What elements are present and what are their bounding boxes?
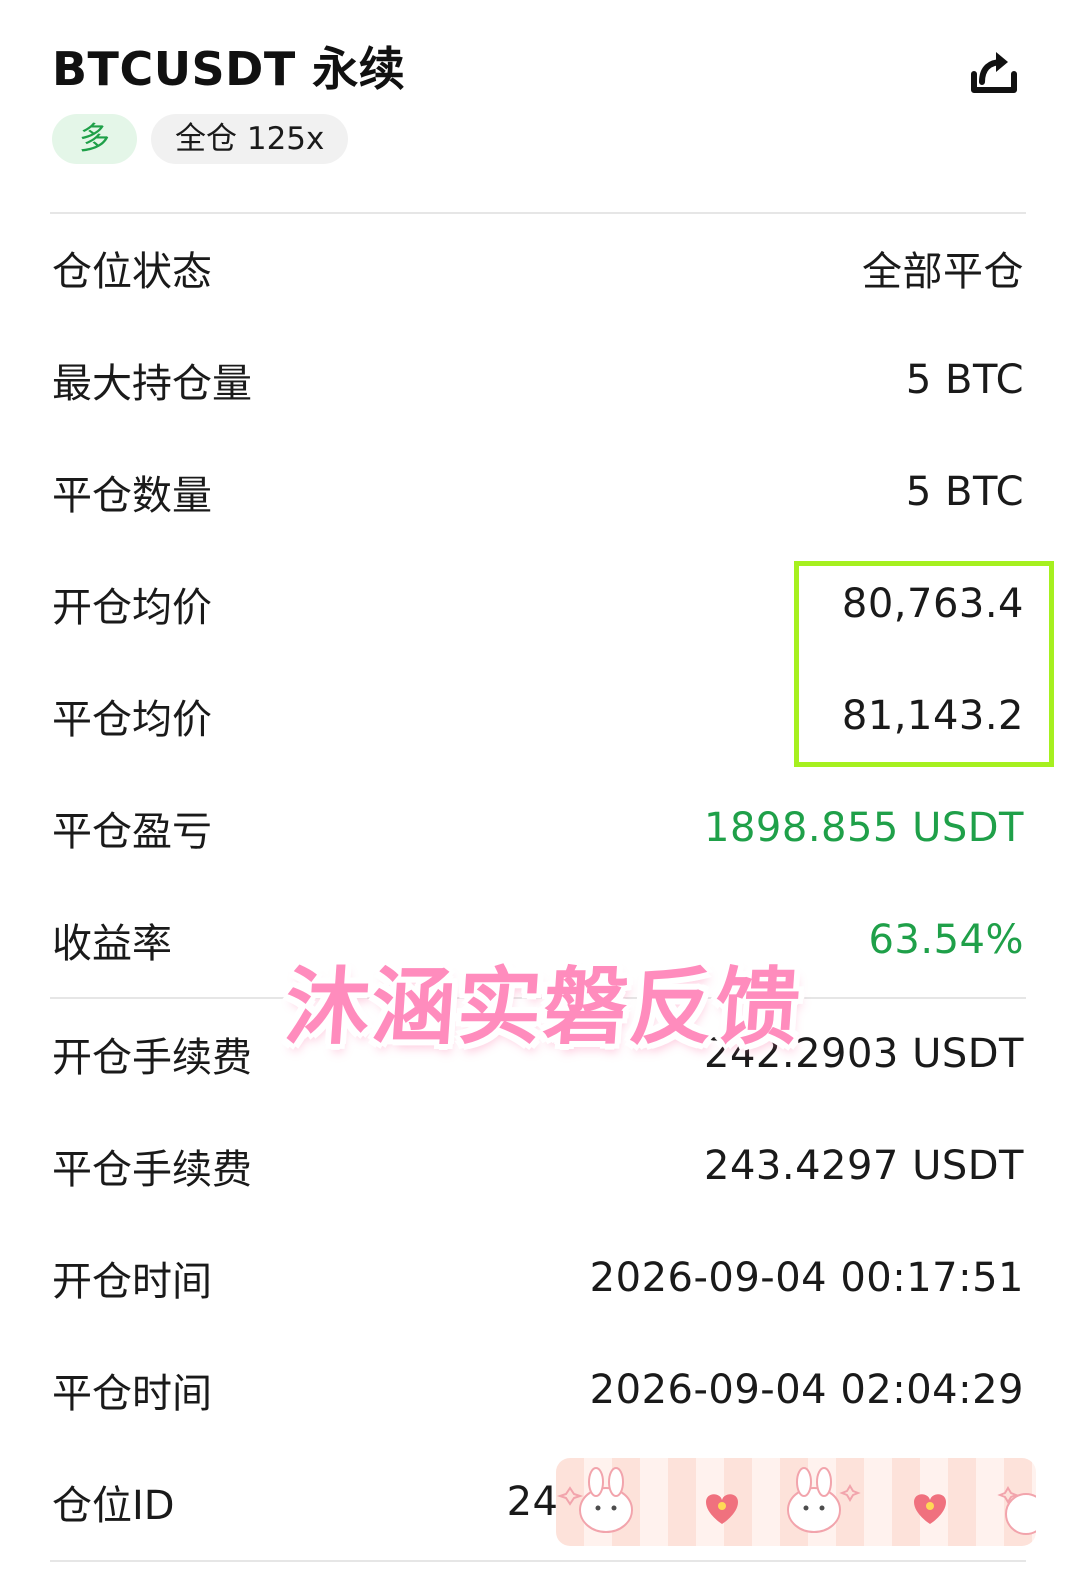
- row-close-fee: 平仓手续费 243.4297 USDT: [52, 1136, 1024, 1196]
- position-id-value: 24: [506, 1479, 559, 1525]
- bunny-heart-decoration-icon: [556, 1467, 1036, 1535]
- position-status-label: 仓位状态: [52, 249, 212, 295]
- row-open-time: 开仓时间 2026-09-04 00:17:51: [52, 1248, 1024, 1308]
- tag-group: 多 全仓 125x: [52, 114, 349, 164]
- open-avg-price-label: 开仓均价: [52, 585, 212, 631]
- price-highlight-box: [794, 561, 1054, 767]
- share-icon: [971, 52, 1017, 93]
- open-fee-label: 开仓手续费: [52, 1035, 252, 1081]
- roi-label: 收益率: [52, 921, 172, 967]
- decorative-sticker: [556, 1458, 1036, 1546]
- row-realized-pnl: 平仓盈亏 1898.855 USDT: [52, 798, 1024, 858]
- max-position-label: 最大持仓量: [52, 361, 252, 407]
- close-quantity-value: 5 BTC: [905, 469, 1024, 515]
- page-title: BTCUSDT 永续: [52, 42, 406, 96]
- direction-badge: 多: [52, 114, 137, 164]
- position-header: BTCUSDT 永续 多 全仓 125x: [52, 38, 1028, 178]
- share-button[interactable]: [966, 44, 1022, 100]
- realized-pnl-label: 平仓盈亏: [52, 809, 212, 855]
- row-close-time: 平仓时间 2026-09-04 02:04:29: [52, 1360, 1024, 1420]
- position-status-value: 全部平仓: [862, 249, 1024, 295]
- row-max-position: 最大持仓量 5 BTC: [52, 350, 1024, 410]
- position-id-label: 仓位ID: [52, 1483, 175, 1529]
- row-close-quantity: 平仓数量 5 BTC: [52, 462, 1024, 522]
- close-time-value: 2026-09-04 02:04:29: [589, 1367, 1024, 1413]
- close-time-label: 平仓时间: [52, 1371, 212, 1417]
- bottom-divider: [50, 1560, 1026, 1562]
- open-time-label: 开仓时间: [52, 1259, 212, 1305]
- row-position-status: 仓位状态 全部平仓: [52, 238, 1024, 298]
- realized-pnl-value: 1898.855 USDT: [704, 805, 1024, 851]
- roi-value: 63.54%: [868, 917, 1024, 963]
- close-fee-label: 平仓手续费: [52, 1147, 252, 1193]
- margin-mode-badge: 全仓 125x: [151, 114, 349, 164]
- open-time-value: 2026-09-04 00:17:51: [589, 1255, 1024, 1301]
- watermark-overlay: 沐涵实磐反馈: [282, 958, 805, 1056]
- close-fee-value: 243.4297 USDT: [704, 1143, 1024, 1189]
- close-avg-price-label: 平仓均价: [52, 697, 212, 743]
- max-position-value: 5 BTC: [905, 357, 1024, 403]
- section-divider: [50, 212, 1026, 214]
- close-quantity-label: 平仓数量: [52, 473, 212, 519]
